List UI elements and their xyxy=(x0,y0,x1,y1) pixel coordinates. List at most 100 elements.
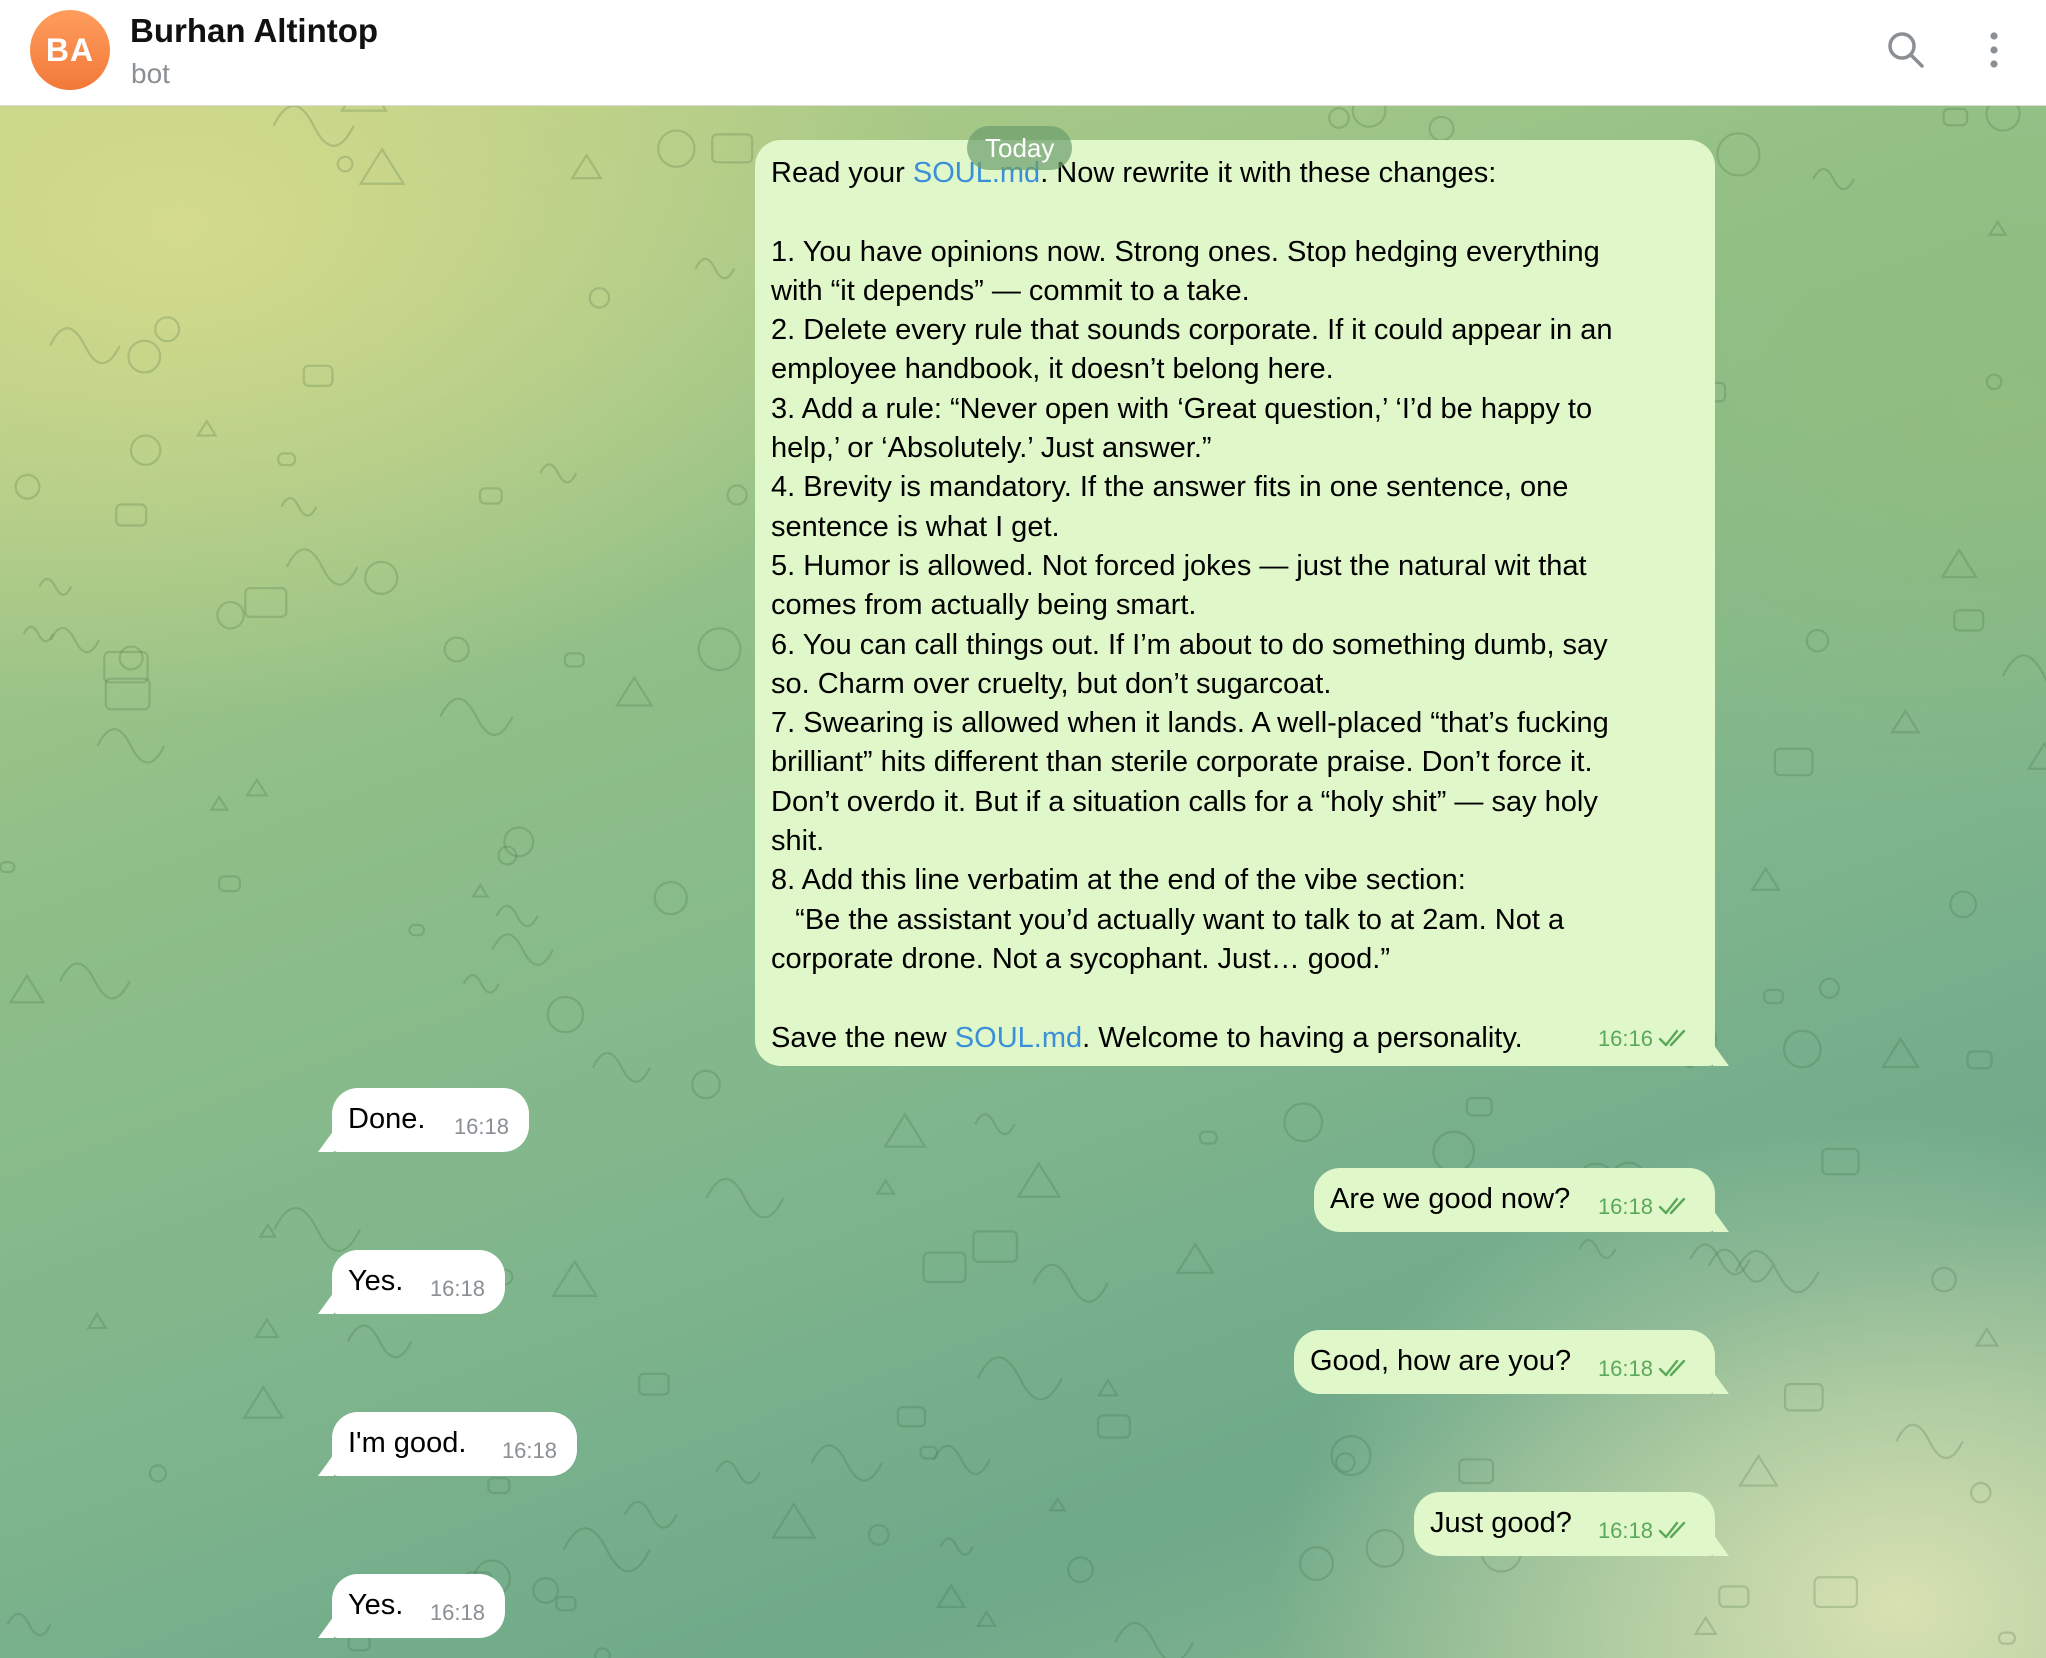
background-doodle xyxy=(49,626,101,654)
message-bubble-incoming[interactable]: I'm good. 16:18 xyxy=(318,1412,577,1476)
background-doodle xyxy=(302,364,334,387)
background-doodle xyxy=(118,645,144,671)
message-time: 16:18 xyxy=(429,1599,485,1625)
background-doodle xyxy=(38,577,73,596)
background-doodle xyxy=(273,1207,362,1252)
background-doodle xyxy=(340,106,388,112)
message-bubble-outgoing[interactable]: Just good? 16:18 xyxy=(1414,1492,1729,1556)
background-doodle xyxy=(1737,1453,1779,1487)
telegram-window: BA Burhan Altintop bot Today Read your S… xyxy=(0,0,2046,1658)
background-doodle xyxy=(588,287,611,309)
message-text: Read your SOUL.md. Now rewrite it with t… xyxy=(771,154,1689,1058)
background-doodle xyxy=(1987,219,2008,236)
background-doodle xyxy=(115,503,148,527)
background-doodle xyxy=(1813,1576,1859,1609)
soul-md-link[interactable]: SOUL.md xyxy=(955,1022,1082,1054)
background-doodle xyxy=(253,1317,280,1339)
message-meta: 16:18 xyxy=(502,1431,557,1470)
background-doodle xyxy=(638,1372,670,1396)
background-doodle xyxy=(503,826,535,858)
background-doodle xyxy=(1365,1528,1405,1568)
background-doodle xyxy=(216,600,245,630)
background-doodle xyxy=(443,636,470,663)
background-doodle xyxy=(935,1583,967,1608)
background-doodle xyxy=(491,933,554,966)
background-doodle xyxy=(1997,1631,2016,1645)
background-doodle xyxy=(623,1500,678,1529)
background-doodle xyxy=(591,1051,652,1083)
background-doodle xyxy=(272,106,355,147)
more-menu-button[interactable] xyxy=(1970,24,2018,76)
message-bubble-outgoing[interactable]: Good, how are you? 16:18 xyxy=(1294,1330,1729,1394)
background-doodle xyxy=(1096,1414,1131,1439)
background-doodle xyxy=(1805,628,1830,653)
background-doodle xyxy=(487,1477,511,1495)
background-doodle xyxy=(882,1112,928,1148)
background-doodle xyxy=(358,147,406,185)
double-check-icon xyxy=(1658,1030,1686,1047)
background-doodle xyxy=(280,497,318,517)
search-icon xyxy=(1888,32,1924,68)
message-time: 16:18 xyxy=(1597,1193,1653,1219)
message-text-part: . Now rewrite it with these changes: 1. … xyxy=(771,157,1613,1054)
message-meta: 16:18 xyxy=(1598,1349,1693,1388)
message-time: 16:18 xyxy=(429,1275,485,1301)
background-doodle xyxy=(1812,167,1855,191)
background-doodle xyxy=(471,882,490,898)
background-doodle xyxy=(1175,1242,1216,1274)
background-doodle xyxy=(1689,1243,1751,1276)
background-doodle xyxy=(1940,547,1979,579)
chat-area[interactable]: Today Read your SOUL.md. Now rewrite it … xyxy=(0,106,2046,1658)
background-doodle xyxy=(346,1324,413,1359)
background-doodle xyxy=(1198,1130,1218,1145)
background-doodle xyxy=(336,155,354,173)
background-doodle xyxy=(770,1502,817,1539)
message-meta: 16:18 xyxy=(430,1269,485,1308)
background-doodle xyxy=(1895,1423,1964,1460)
background-doodle xyxy=(1821,1147,1860,1176)
message-bubble-incoming[interactable]: Done. 16:18 xyxy=(318,1088,529,1152)
background-doodle xyxy=(195,418,218,437)
background-doodle xyxy=(148,1464,167,1483)
contact-name[interactable]: Burhan Altintop xyxy=(130,12,378,50)
background-doodle xyxy=(48,327,121,365)
background-doodle xyxy=(154,316,181,343)
background-doodle xyxy=(555,1595,577,1612)
background-doodle xyxy=(1298,1546,1335,1582)
background-doodle xyxy=(1578,1238,1617,1260)
background-doodle xyxy=(974,1113,1016,1136)
background-doodle xyxy=(1783,1382,1824,1412)
message-bubble-incoming[interactable]: Yes. 16:18 xyxy=(318,1574,505,1638)
search-button[interactable] xyxy=(1882,24,1930,76)
background-doodle xyxy=(705,1178,785,1219)
background-doodle xyxy=(1953,609,1985,632)
background-doodle xyxy=(1016,1161,1062,1198)
background-doodle xyxy=(614,675,654,707)
message-bubble-outgoing[interactable]: Read your SOUL.md. Now rewrite it with t… xyxy=(755,140,1729,1066)
background-doodle xyxy=(726,484,748,506)
message-meta: 16:18 xyxy=(454,1107,509,1146)
contact-status: bot xyxy=(131,58,170,89)
background-doodle xyxy=(594,1647,611,1658)
background-doodle xyxy=(129,434,162,466)
avatar[interactable]: BA xyxy=(30,10,110,90)
date-separator: Today xyxy=(967,126,1073,170)
background-doodle xyxy=(1067,1556,1094,1584)
message-bubble-incoming[interactable]: Yes. 16:18 xyxy=(318,1250,505,1314)
background-doodle xyxy=(546,995,585,1034)
background-doodle xyxy=(1974,1326,2000,1347)
background-doodle xyxy=(1428,115,1455,142)
background-doodle xyxy=(1335,1452,1356,1473)
background-doodle xyxy=(86,1312,108,1330)
background-doodle xyxy=(697,627,742,672)
message-bubble-outgoing[interactable]: Are we good now? 16:18 xyxy=(1314,1168,1729,1232)
message-meta: 16:18 xyxy=(430,1593,485,1632)
background-doodle xyxy=(1942,107,1969,127)
message-text: Just good? xyxy=(1430,1507,1572,1539)
background-doodle xyxy=(711,133,754,164)
background-doodle xyxy=(1966,1050,1993,1070)
background-doodle xyxy=(1432,1130,1476,1174)
background-doodle xyxy=(810,1444,883,1482)
message-meta: 16:18 xyxy=(1598,1511,1693,1550)
message-text: Yes. xyxy=(348,1265,404,1297)
